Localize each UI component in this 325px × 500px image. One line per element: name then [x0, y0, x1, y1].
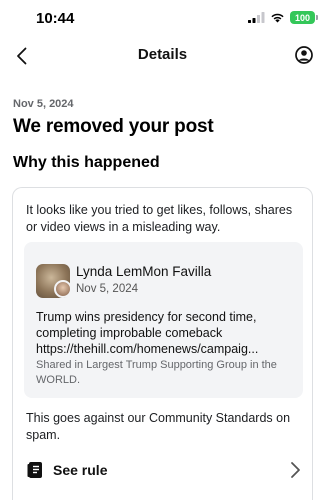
why-heading: Why this happened	[13, 154, 160, 171]
post-body: Trump wins presidency for second time, c…	[36, 309, 298, 357]
reason-card: It looks like you tried to get likes, fo…	[12, 187, 313, 500]
post-link: https://thehill.com/homenews/campaig...	[36, 342, 259, 356]
status-bar: 10:44 100	[0, 0, 325, 36]
account-circle-icon	[295, 46, 313, 64]
see-rule-row[interactable]: See rule	[13, 452, 312, 486]
post-body-line: Trump wins presidency for second time,	[36, 310, 257, 324]
nav-bar: Details	[0, 38, 325, 74]
signal-icon	[248, 12, 265, 23]
reason-text: It looks like you tried to get likes, fo…	[26, 203, 293, 234]
standards-text: This goes against our Community Standard…	[26, 411, 291, 442]
status-time: 10:44	[36, 10, 75, 27]
wifi-icon	[271, 13, 284, 23]
shared-in-group: Shared in Largest Trump Supporting Group…	[36, 359, 277, 386]
status-icons: 100	[248, 11, 318, 24]
chevron-right-icon	[291, 462, 300, 478]
removal-date: Nov 5, 2024	[13, 98, 74, 110]
account-button[interactable]	[293, 44, 315, 66]
author-avatar	[54, 280, 72, 298]
group-avatar	[36, 264, 72, 298]
page-title: Details	[137, 46, 188, 63]
post-body-line: completing improbable comeback	[36, 326, 223, 340]
battery-indicator: 100	[290, 11, 318, 24]
rulebook-icon	[27, 462, 42, 478]
removed-post-preview: Lynda LemMon Favilla Nov 5, 2024 Trump w…	[24, 242, 303, 398]
post-date: Nov 5, 2024	[76, 283, 139, 295]
see-rule-label: See rule	[53, 462, 108, 478]
post-author: Lynda LemMon Favilla	[76, 264, 212, 279]
headline: We removed your post	[13, 116, 214, 137]
